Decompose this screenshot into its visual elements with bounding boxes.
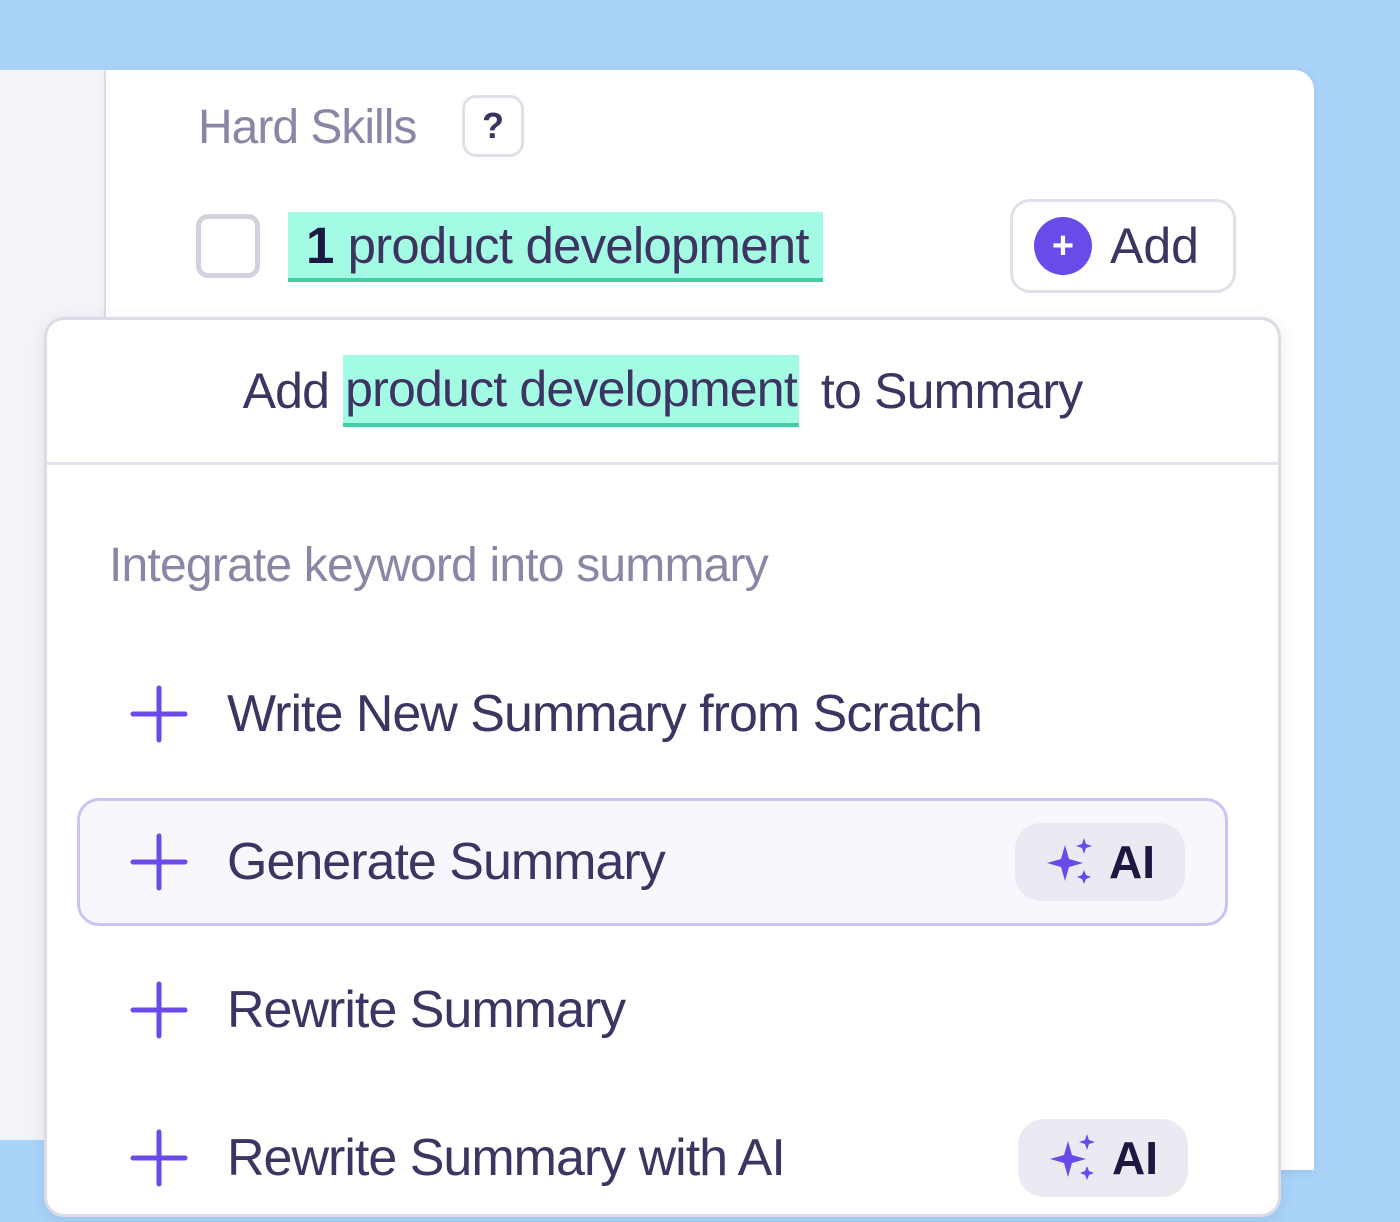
skill-checkbox[interactable] <box>196 214 260 278</box>
header-prefix: Add <box>242 363 330 419</box>
dropdown-subtitle: Integrate keyword into summary <box>109 539 769 592</box>
dropdown-header: Add product development to Summary <box>47 320 1278 465</box>
keyword-count: 1 <box>306 216 334 274</box>
header-keyword: product development <box>343 355 799 427</box>
option-rewrite-summary-ai[interactable]: Rewrite Summary with AI AI <box>77 1094 1228 1222</box>
plus-icon <box>130 685 188 743</box>
header-suffix: to Summary <box>820 363 1083 419</box>
option-label: Write New Summary from Scratch <box>227 685 983 743</box>
help-button[interactable]: ? <box>462 95 524 157</box>
plus-icon <box>130 1129 188 1187</box>
sparkle-icon <box>1047 838 1092 884</box>
sparkle-icon <box>1050 1134 1095 1180</box>
plus-circle-icon: + <box>1034 217 1092 275</box>
keyword-text: product development <box>347 216 810 274</box>
option-generate-summary[interactable]: Generate Summary AI <box>77 798 1228 926</box>
add-button-label: Add <box>1110 218 1199 274</box>
ai-badge-label: AI <box>1112 1132 1158 1184</box>
option-label: Rewrite Summary <box>227 981 626 1039</box>
option-label: Generate Summary <box>227 833 666 891</box>
option-write-new-summary[interactable]: Write New Summary from Scratch <box>77 650 1228 778</box>
add-keyword-dropdown: Add product development to Summary Integ… <box>44 317 1281 1217</box>
ai-badge: AI <box>1015 823 1185 901</box>
ai-badge-label: AI <box>1109 836 1155 888</box>
option-rewrite-summary[interactable]: Rewrite Summary <box>77 946 1228 1074</box>
plus-icon <box>130 833 188 891</box>
plus-icon <box>130 981 188 1039</box>
question-mark-icon: ? <box>482 105 504 146</box>
option-label: Rewrite Summary with AI <box>227 1129 786 1187</box>
add-keyword-button[interactable]: + Add <box>1010 199 1236 293</box>
keyword-chip: 1 product development <box>288 212 823 282</box>
section-title: Hard Skills <box>198 101 417 154</box>
ai-badge: AI <box>1018 1119 1188 1197</box>
